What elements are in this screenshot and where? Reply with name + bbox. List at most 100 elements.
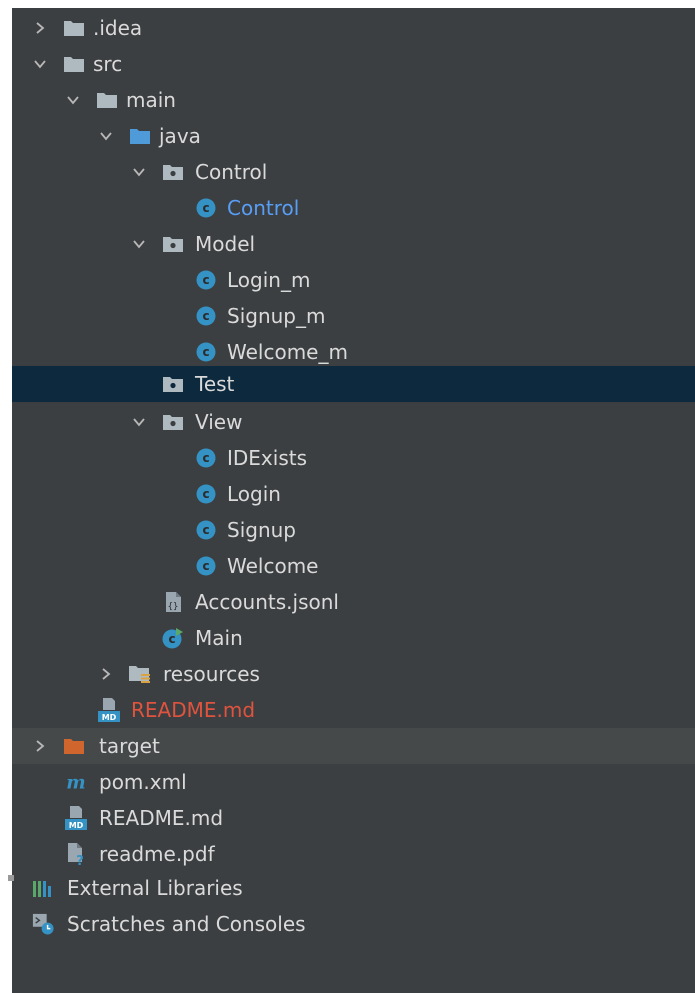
tree-item-login-m[interactable]: c Login_m — [12, 262, 695, 298]
svg-text:c: c — [202, 487, 209, 501]
class-icon: c — [195, 190, 217, 226]
chevron-down-icon[interactable] — [129, 226, 149, 262]
tree-item-resources[interactable]: resources — [12, 656, 695, 692]
tree-item-test-package[interactable]: Test — [12, 366, 695, 402]
svg-text:c: c — [202, 273, 209, 287]
tree-item-readme-pdf[interactable]: ? readme.pdf — [12, 836, 695, 872]
tree-item-external-libraries[interactable]: External Libraries — [12, 870, 695, 906]
tree-item-control-package[interactable]: Control — [12, 154, 695, 190]
folder-icon — [63, 10, 85, 46]
tree-item-signup-m[interactable]: c Signup_m — [12, 298, 695, 334]
tree-item-label: Welcome_m — [227, 340, 348, 364]
tree-item-src[interactable]: src — [12, 46, 695, 82]
unknown-file-icon: ? — [65, 836, 87, 872]
tree-item-readme-root[interactable]: MD README.md — [12, 800, 695, 836]
libraries-icon — [32, 870, 54, 906]
class-icon: c — [195, 476, 217, 512]
tree-item-readme-inner[interactable]: MD README.md — [12, 692, 695, 728]
tree-item-idexists[interactable]: c IDExists — [12, 440, 695, 476]
tree-item-label: main — [126, 88, 176, 112]
tree-item-label: src — [93, 52, 123, 76]
tree-item-label: Test — [195, 372, 235, 396]
tree-item-label: Scratches and Consoles — [67, 912, 306, 936]
tree-item-login[interactable]: c Login — [12, 476, 695, 512]
svg-text:MD: MD — [102, 713, 117, 722]
chevron-down-icon[interactable] — [30, 46, 50, 82]
gutter-marker — [8, 875, 14, 881]
tree-item-main[interactable]: main — [12, 82, 695, 118]
markdown-file-icon: MD — [98, 692, 120, 728]
svg-text:c: c — [202, 345, 209, 359]
chevron-down-icon[interactable] — [129, 404, 149, 440]
svg-text:{}: {} — [168, 602, 179, 612]
json-file-icon: {} — [162, 584, 184, 620]
tree-item-label: readme.pdf — [99, 842, 215, 866]
svg-text:c: c — [202, 523, 209, 537]
svg-text:c: c — [202, 451, 209, 465]
tree-item-pom[interactable]: m pom.xml — [12, 764, 695, 800]
tree-item-label: Main — [195, 626, 243, 650]
svg-text:c: c — [202, 559, 209, 573]
tree-item-label: Control — [227, 196, 300, 220]
excluded-folder-icon — [63, 728, 85, 764]
tree-item-label: Accounts.jsonl — [195, 590, 339, 614]
package-icon — [162, 226, 184, 262]
package-icon — [162, 366, 184, 402]
folder-icon — [63, 46, 85, 82]
tree-item-java[interactable]: java — [12, 118, 695, 154]
class-icon: c — [195, 262, 217, 298]
chevron-right-icon[interactable] — [30, 10, 50, 46]
tree-item-control-class[interactable]: c Control — [12, 190, 695, 226]
tree-item-label: Login — [227, 482, 281, 506]
tree-item-view-package[interactable]: View — [12, 404, 695, 440]
scratches-icon — [32, 906, 54, 942]
tree-item-label: Signup_m — [227, 304, 326, 328]
resources-folder-icon — [129, 656, 151, 692]
svg-text:MD: MD — [69, 821, 84, 830]
tree-item-label: Welcome — [227, 554, 319, 578]
package-icon — [162, 154, 184, 190]
tree-item-idea[interactable]: .idea — [12, 10, 695, 46]
chevron-down-icon[interactable] — [63, 82, 83, 118]
svg-text:c: c — [168, 632, 175, 646]
tree-item-label: README.md — [99, 806, 224, 830]
project-tool-window: .idea src main java Control c Control Mo… — [12, 8, 695, 993]
maven-icon: m — [65, 764, 87, 800]
tree-item-label: .idea — [93, 16, 143, 40]
tree-item-main-class[interactable]: c Main — [12, 620, 695, 656]
chevron-right-icon[interactable] — [96, 656, 116, 692]
tree-item-label: README.md — [131, 698, 256, 722]
tree-item-welcome[interactable]: c Welcome — [12, 548, 695, 584]
tree-item-label: resources — [163, 662, 260, 686]
tree-item-signup[interactable]: c Signup — [12, 512, 695, 548]
tree-item-target[interactable]: target — [12, 728, 695, 764]
tree-item-label: Model — [195, 232, 256, 256]
class-icon: c — [195, 440, 217, 476]
tree-item-welcome-m[interactable]: c Welcome_m — [12, 334, 695, 370]
class-icon: c — [195, 334, 217, 370]
chevron-down-icon[interactable] — [129, 154, 149, 190]
class-icon: c — [195, 298, 217, 334]
tree-item-label: java — [159, 124, 201, 148]
tree-item-label: External Libraries — [67, 876, 243, 900]
tree-item-scratches[interactable]: Scratches and Consoles — [12, 906, 695, 942]
svg-text:c: c — [202, 309, 209, 323]
class-icon: c — [195, 548, 217, 584]
tree-item-label: target — [99, 734, 160, 758]
chevron-down-icon[interactable] — [96, 118, 116, 154]
markdown-file-icon: MD — [65, 800, 87, 836]
svg-text:?: ? — [76, 854, 84, 866]
source-folder-icon — [129, 118, 151, 154]
tree-item-model-package[interactable]: Model — [12, 226, 695, 262]
tree-item-label: View — [195, 410, 243, 434]
tree-item-accounts-jsonl[interactable]: {} Accounts.jsonl — [12, 584, 695, 620]
chevron-right-icon[interactable] — [30, 728, 50, 764]
svg-text:m: m — [66, 772, 85, 792]
tree-item-label: Login_m — [227, 268, 311, 292]
main-class-icon: c — [162, 620, 184, 656]
tree-item-label: IDExists — [227, 446, 308, 470]
tree-item-label: pom.xml — [99, 770, 187, 794]
svg-text:c: c — [202, 201, 209, 215]
class-icon: c — [195, 512, 217, 548]
tree-item-label: Signup — [227, 518, 296, 542]
